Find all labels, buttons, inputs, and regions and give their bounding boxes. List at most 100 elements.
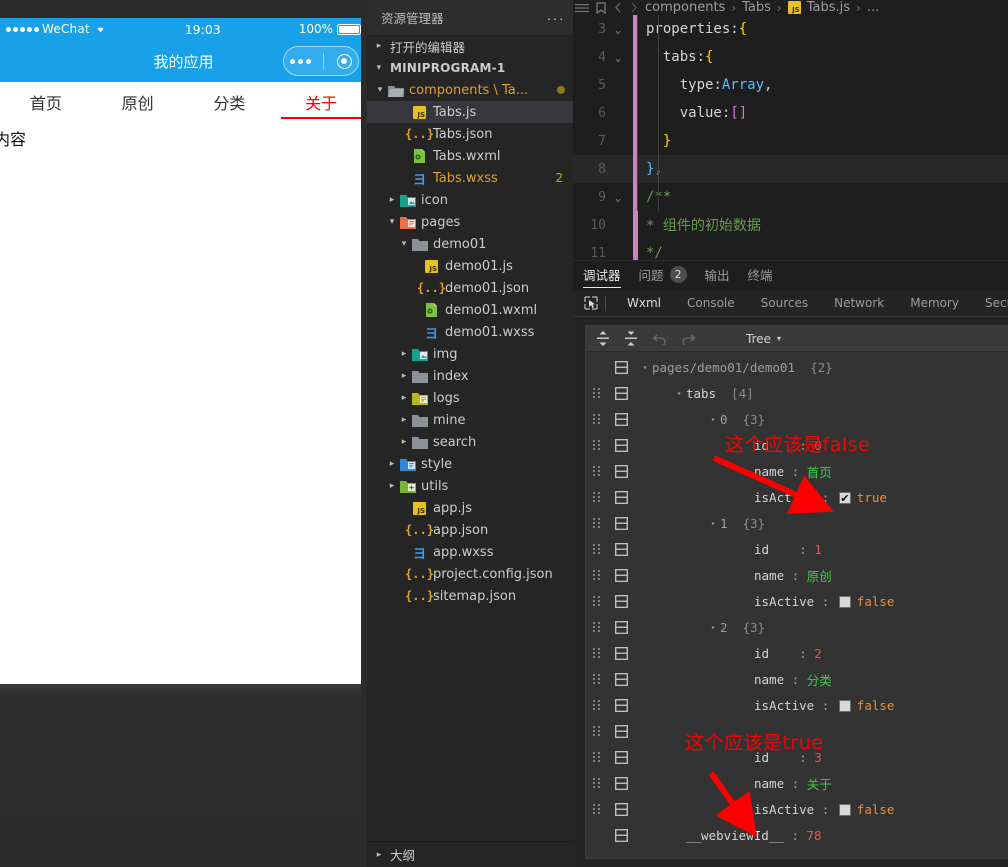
- app-tab-0[interactable]: 首页: [0, 82, 92, 121]
- node-box-icon[interactable]: [608, 828, 634, 842]
- devtools-inner-tab-security[interactable]: Security: [972, 290, 1008, 316]
- code-line-8[interactable]: 8},: [573, 155, 1008, 183]
- chevron-down-icon[interactable]: ▾: [706, 623, 720, 632]
- data-tree-row[interactable]: isActive : false: [586, 796, 1008, 822]
- data-tree-row[interactable]: name : 原创: [586, 562, 1008, 588]
- file-tree-item-index[interactable]: ▸ index: [367, 365, 573, 387]
- menu-icon[interactable]: [575, 3, 589, 13]
- data-tree-row[interactable]: id : 3: [586, 744, 1008, 770]
- file-tree-item-tabs-wxss[interactable]: ヨ Tabs.wxss 2: [367, 167, 573, 189]
- drag-handle-icon[interactable]: [586, 544, 608, 554]
- isactive-checkbox[interactable]: [838, 596, 851, 608]
- app-tab-2[interactable]: 分类: [184, 82, 276, 121]
- expand-all-icon[interactable]: [596, 331, 610, 346]
- open-editors-section[interactable]: ▸ 打开的编辑器: [367, 35, 573, 57]
- inspect-element-icon[interactable]: [579, 296, 603, 310]
- data-tree-row[interactable]: name : 关于: [586, 770, 1008, 796]
- data-tree-row[interactable]: isActive : true: [586, 484, 1008, 510]
- devtools-inner-tab-sources[interactable]: Sources: [748, 290, 821, 316]
- isactive-checkbox[interactable]: [838, 492, 851, 504]
- breadcrumb-part-0[interactable]: components: [645, 0, 725, 15]
- code-line-6[interactable]: 6 value:[]: [573, 99, 1008, 127]
- data-tree-row[interactable]: ▾ pages/demo01/demo01 {2}: [586, 354, 1008, 380]
- node-box-icon[interactable]: [608, 542, 634, 556]
- file-tree-item-app-json[interactable]: {..} app.json: [367, 519, 573, 541]
- drag-handle-icon[interactable]: [586, 726, 608, 736]
- code-line-3[interactable]: 3 ⌄ properties:{: [573, 15, 1008, 43]
- data-tree-row[interactable]: id : 0: [586, 432, 1008, 458]
- more-dots-icon[interactable]: [290, 58, 312, 64]
- file-tree-item-components-ta[interactable]: ▾ components \ Ta...: [367, 79, 573, 101]
- drag-handle-icon[interactable]: [586, 778, 608, 788]
- code-line-10[interactable]: 10 * 组件的初始数据: [573, 211, 1008, 239]
- project-root-section[interactable]: ▾ MINIPROGRAM-1: [367, 57, 573, 79]
- node-box-icon[interactable]: [608, 776, 634, 790]
- app-tab-1[interactable]: 原创: [92, 82, 184, 121]
- node-box-icon[interactable]: [608, 412, 634, 426]
- fold-chevron-icon[interactable]: ⌄: [606, 51, 630, 64]
- data-tree-row[interactable]: id : 2: [586, 640, 1008, 666]
- node-box-icon[interactable]: [608, 568, 634, 582]
- code-line-4[interactable]: 4 ⌄ tabs:{: [573, 43, 1008, 71]
- isactive-checkbox[interactable]: [838, 700, 851, 712]
- file-tree-item-sitemap-json[interactable]: {..} sitemap.json: [367, 585, 573, 607]
- node-box-icon[interactable]: [608, 672, 634, 686]
- drag-handle-icon[interactable]: [586, 440, 608, 450]
- chevron-down-icon[interactable]: ▾: [706, 415, 720, 424]
- chevron-right-icon[interactable]: ▸: [385, 195, 399, 205]
- data-tree-row[interactable]: ▾ 1 {3}: [586, 510, 1008, 536]
- file-tree-item-search[interactable]: ▸ search: [367, 431, 573, 453]
- drag-handle-icon[interactable]: [586, 804, 608, 814]
- isactive-checkbox[interactable]: [838, 804, 851, 816]
- drag-handle-icon[interactable]: [586, 492, 608, 502]
- data-tree-row[interactable]: name : 分类: [586, 666, 1008, 692]
- file-tree-item-app-wxss[interactable]: ヨ app.wxss: [367, 541, 573, 563]
- tree-mode-selector[interactable]: Tree ▾: [746, 332, 781, 346]
- data-tree-row[interactable]: __webviewId__ : 78: [586, 822, 1008, 848]
- file-tree-item-style[interactable]: ▸ style: [367, 453, 573, 475]
- file-tree-item-tabs-wxml[interactable]: Tabs.wxml: [367, 145, 573, 167]
- file-tree-item-demo01-js[interactable]: JS demo01.js: [367, 255, 573, 277]
- drag-handle-icon[interactable]: [586, 674, 608, 684]
- file-tree-item-demo01[interactable]: ▾ demo01: [367, 233, 573, 255]
- file-tree-item-icon[interactable]: ▸ icon: [367, 189, 573, 211]
- file-tree-item-demo01-wxss[interactable]: ヨ demo01.wxss: [367, 321, 573, 343]
- devtools-inner-tab-memory[interactable]: Memory: [897, 290, 972, 316]
- file-tree-item-pages[interactable]: ▾ pages: [367, 211, 573, 233]
- file-tree-item-img[interactable]: ▸ img: [367, 343, 573, 365]
- devtools-inner-tab-wxml[interactable]: Wxml: [614, 290, 674, 316]
- node-box-icon[interactable]: [608, 386, 634, 400]
- undo-icon[interactable]: [652, 332, 667, 345]
- explorer-more-icon[interactable]: ···: [547, 10, 566, 26]
- node-box-icon[interactable]: [608, 516, 634, 530]
- data-tree-row[interactable]: ▾ 0 {3}: [586, 406, 1008, 432]
- data-tree-row[interactable]: id : 1: [586, 536, 1008, 562]
- bookmark-icon[interactable]: [595, 1, 607, 14]
- node-box-icon[interactable]: [608, 724, 634, 738]
- node-box-icon[interactable]: [608, 360, 634, 374]
- fold-chevron-icon[interactable]: ⌄: [606, 191, 630, 204]
- chevron-down-icon[interactable]: ▾: [397, 239, 411, 249]
- file-tree-item-mine[interactable]: ▸ mine: [367, 409, 573, 431]
- data-tree-row[interactable]: ▾ 2 {3}: [586, 614, 1008, 640]
- chevron-right-icon[interactable]: ▸: [397, 415, 411, 425]
- chevron-right-icon[interactable]: ▸: [397, 393, 411, 403]
- chevron-down-icon[interactable]: ▾: [385, 217, 399, 227]
- drag-handle-icon[interactable]: [586, 414, 608, 424]
- breadcrumb-part-2[interactable]: Tabs.js: [807, 0, 850, 15]
- devtools-tab-终端[interactable]: 终端: [748, 265, 773, 288]
- devtools-inner-tab-network[interactable]: Network: [821, 290, 897, 316]
- drag-handle-icon[interactable]: [586, 622, 608, 632]
- chevron-right-icon[interactable]: ▸: [397, 437, 411, 447]
- drag-handle-icon[interactable]: [586, 648, 608, 658]
- data-tree-row[interactable]: isActive : false: [586, 692, 1008, 718]
- forward-arrow-icon[interactable]: [629, 2, 639, 13]
- data-tree-row[interactable]: name : 首页: [586, 458, 1008, 484]
- node-box-icon[interactable]: [608, 490, 634, 504]
- node-box-icon[interactable]: [608, 438, 634, 452]
- drag-handle-icon[interactable]: [586, 518, 608, 528]
- code-line-11[interactable]: 11 */: [573, 239, 1008, 260]
- drag-handle-icon[interactable]: [586, 752, 608, 762]
- code-editor[interactable]: 3 ⌄ properties:{4 ⌄ tabs:{5 type:Array, 6 va…: [573, 15, 1008, 260]
- app-tab-3[interactable]: 关于: [275, 82, 367, 121]
